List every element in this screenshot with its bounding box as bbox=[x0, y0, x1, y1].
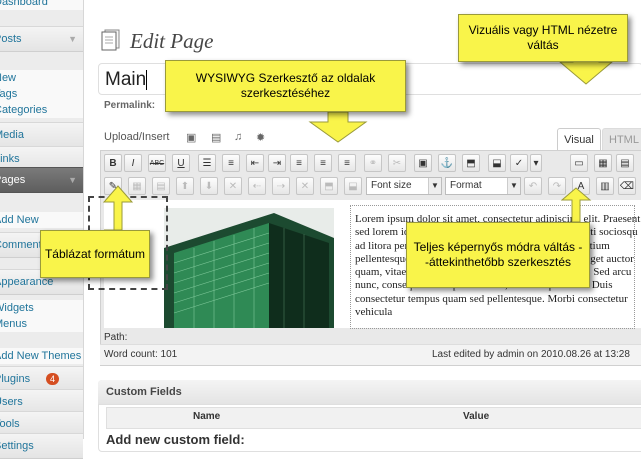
sidebar-item-label: Categories bbox=[0, 104, 48, 116]
anchor-icon[interactable]: ⚓ bbox=[438, 154, 456, 172]
paste-word-icon[interactable]: ▥ bbox=[596, 177, 614, 195]
format-select[interactable]: Format ▼ bbox=[445, 177, 521, 195]
last-edited: Last edited by admin on 2010.08.26 at 13… bbox=[432, 349, 630, 360]
path-label: Path: bbox=[104, 332, 128, 343]
undo-icon[interactable]: ↶ bbox=[524, 177, 542, 195]
sidebar-item-dashboard[interactable]: Dashboard bbox=[0, 0, 83, 10]
paste-text-icon[interactable]: ✎ bbox=[104, 177, 122, 195]
text-color-icon[interactable]: A bbox=[572, 177, 590, 195]
insert-row-before-icon[interactable]: ⬆ bbox=[176, 177, 194, 195]
callout-fullscreen: Teljes képernyős módra váltás - -áttekin… bbox=[406, 222, 590, 288]
add-audio-icon[interactable]: ♫ bbox=[234, 131, 242, 143]
insert-row-after-icon[interactable]: ⬇ bbox=[200, 177, 218, 195]
sidebar-item-label: Media bbox=[0, 129, 24, 141]
kitchen-sink-icon[interactable]: ▦ bbox=[594, 154, 612, 172]
align-right-icon[interactable]: ≡ bbox=[338, 154, 356, 172]
upload-insert-label: Upload/Insert bbox=[104, 131, 170, 143]
sidebar-item-categories[interactable]: Categories bbox=[0, 102, 83, 118]
callout-visual-html: Vizuális vagy HTML nézetre váltás bbox=[458, 14, 628, 62]
row-props-icon[interactable]: ▤ bbox=[152, 177, 170, 195]
sidebar-item-label: Dashboard bbox=[0, 0, 48, 8]
split-cells-icon[interactable]: ⬒ bbox=[320, 177, 338, 195]
sidebar-item-new[interactable]: New bbox=[0, 70, 83, 86]
align-left-icon[interactable]: ≡ bbox=[290, 154, 308, 172]
insert-col-after-icon[interactable]: ⇢ bbox=[272, 177, 290, 195]
sidebar-item-media[interactable]: Media bbox=[0, 122, 83, 148]
custom-fields-columns bbox=[106, 407, 641, 429]
permalink-label: Permalink: bbox=[104, 100, 156, 111]
merge-table-icon[interactable]: ⬓ bbox=[488, 154, 506, 172]
underline-icon[interactable]: U bbox=[172, 154, 190, 172]
sidebar-item-label: Posts bbox=[0, 33, 22, 45]
sidebar-item-label: Menus bbox=[0, 318, 28, 330]
sidebar-item-label: Tags bbox=[0, 88, 18, 100]
sidebar-item-pages[interactable]: Pages ▼ bbox=[0, 167, 83, 193]
strikethrough-icon[interactable]: ABC bbox=[148, 154, 166, 172]
sidebar-item-label: Widgets bbox=[0, 302, 34, 314]
sidebar-item-tags[interactable]: Tags bbox=[0, 86, 83, 102]
unlink-icon[interactable]: ✂ bbox=[388, 154, 406, 172]
page-title: Edit Page bbox=[130, 29, 214, 53]
italic-icon[interactable]: I bbox=[124, 154, 142, 172]
remove-format-icon[interactable]: ⌫ bbox=[618, 177, 636, 195]
add-custom-field-label: Add new custom field: bbox=[106, 432, 245, 447]
fullscreen-icon[interactable]: ▭ bbox=[570, 154, 588, 172]
insert-image-icon[interactable]: ▣ bbox=[414, 154, 432, 172]
numbered-list-icon[interactable]: ≡ bbox=[222, 154, 240, 172]
sidebar-item-posts[interactable]: Posts ▼ bbox=[0, 26, 83, 52]
column-value: Value bbox=[463, 411, 490, 422]
redo-icon[interactable]: ↷ bbox=[548, 177, 566, 195]
add-video-icon[interactable]: ▤ bbox=[211, 131, 221, 144]
sidebar-item-widgets[interactable]: Widgets bbox=[0, 300, 83, 316]
building-image[interactable] bbox=[164, 208, 334, 328]
align-center-icon[interactable]: ≡ bbox=[314, 154, 332, 172]
spellcheck-icon[interactable]: ✓ bbox=[510, 154, 528, 172]
delete-row-icon[interactable]: ✕ bbox=[224, 177, 242, 195]
word-count: Word count: 101 bbox=[104, 349, 178, 360]
table-icon[interactable]: ▦ bbox=[128, 177, 146, 195]
column-name: Name bbox=[193, 411, 221, 422]
sidebar-item-menus[interactable]: Menus bbox=[0, 316, 83, 332]
sidebar-item-add-new[interactable]: Add New bbox=[0, 212, 83, 228]
bold-icon[interactable]: B bbox=[104, 154, 122, 172]
insert-col-before-icon[interactable]: ⇠ bbox=[248, 177, 266, 195]
font-size-select[interactable]: Font size ▼ bbox=[366, 177, 442, 195]
sidebar-item-settings[interactable]: Settings bbox=[0, 433, 83, 459]
menu-toggle-icon[interactable]: ▼ bbox=[68, 27, 77, 51]
menu-toggle-icon[interactable]: ▼ bbox=[68, 168, 77, 192]
sidebar-item-label: Pages bbox=[0, 174, 26, 186]
tab-html[interactable]: HTML bbox=[602, 128, 641, 151]
sidebar-item-label: New bbox=[0, 72, 17, 84]
merge-cells-icon[interactable]: ⬓ bbox=[344, 177, 362, 195]
callout-wysiwyg: WYSIWYG Szerkesztő az oldalak szerkeszté… bbox=[165, 60, 406, 112]
tab-visual[interactable]: Visual bbox=[557, 128, 601, 151]
update-count-badge: 4 bbox=[46, 373, 60, 385]
bullet-list-icon[interactable]: ☰ bbox=[198, 154, 216, 172]
split-table-icon[interactable]: ⬒ bbox=[462, 154, 480, 172]
media-icon[interactable]: ▤ bbox=[616, 154, 634, 172]
outdent-icon[interactable]: ⇤ bbox=[246, 154, 264, 172]
link-icon[interactable]: ⚭ bbox=[364, 154, 382, 172]
sidebar-item-label: Add New bbox=[0, 214, 39, 226]
sidebar-item-label: Settings bbox=[0, 440, 34, 452]
indent-icon[interactable]: ⇥ bbox=[268, 154, 286, 172]
arrow-wysiwyg bbox=[308, 111, 368, 143]
sidebar-item-add-new-themes[interactable]: Add New Themes bbox=[0, 348, 83, 364]
add-media-icon[interactable]: ✹ bbox=[256, 131, 265, 144]
sidebar-item-label: Add New Themes bbox=[0, 350, 82, 362]
callout-table: Táblázat formátum bbox=[40, 230, 150, 278]
sidebar-item-label: Plugins bbox=[0, 373, 31, 385]
chevron-down-icon[interactable]: ▾ bbox=[530, 154, 542, 172]
add-image-icon[interactable]: ▣ bbox=[186, 131, 196, 144]
custom-fields-title: Custom Fields bbox=[106, 386, 182, 398]
page-icon bbox=[101, 29, 120, 51]
delete-col-icon[interactable]: ✕ bbox=[296, 177, 314, 195]
